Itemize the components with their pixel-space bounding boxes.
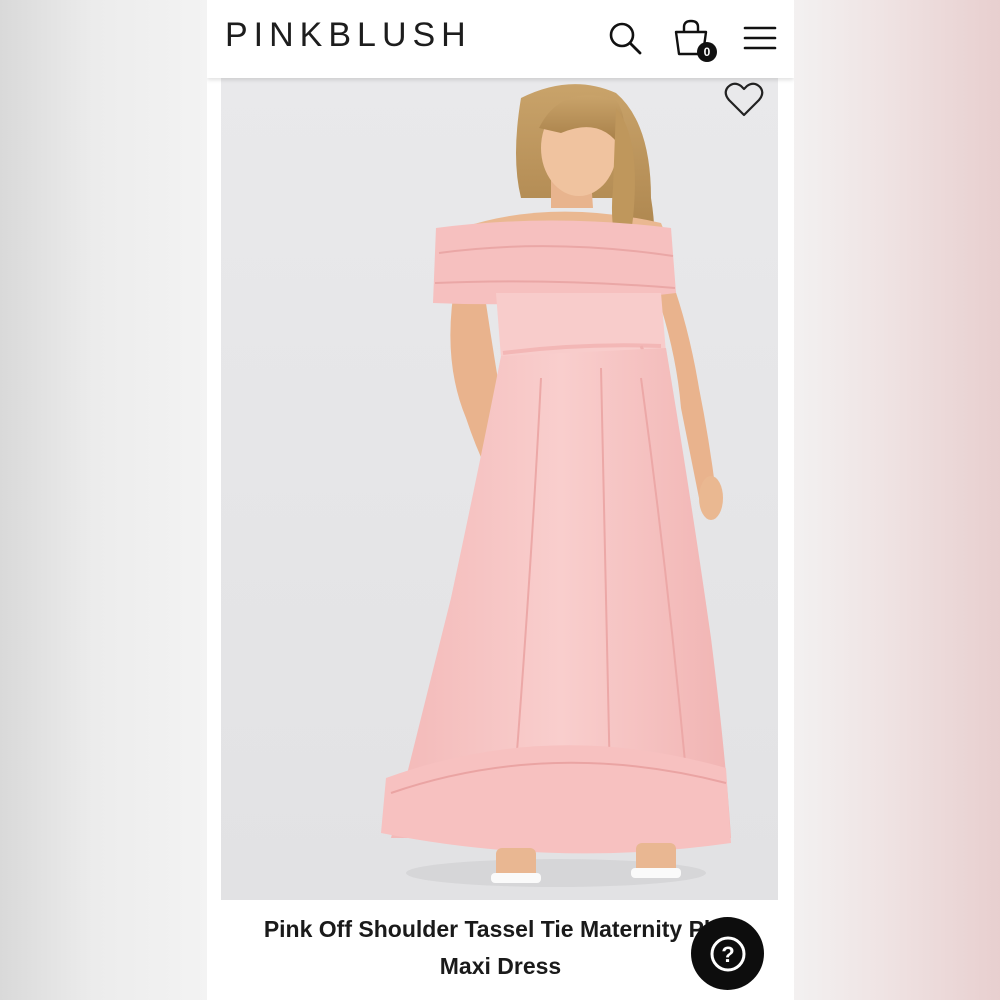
hamburger-menu-icon bbox=[743, 26, 777, 50]
search-button[interactable] bbox=[605, 18, 645, 58]
product-title-line-1: Pink Off Shoulder Tassel Tie Maternity P… bbox=[263, 916, 738, 942]
question-mark-icon: ? bbox=[710, 936, 745, 971]
cart-button[interactable]: 0 bbox=[671, 18, 717, 62]
right-background bbox=[793, 0, 1000, 1000]
product-photo[interactable] bbox=[221, 78, 778, 900]
help-chat-button[interactable]: ? bbox=[691, 917, 764, 990]
heart-icon bbox=[724, 82, 764, 117]
brand-logo[interactable]: PINKBLUSH bbox=[225, 16, 472, 55]
product-title-line-2: Maxi Dress bbox=[439, 953, 562, 979]
search-icon bbox=[609, 22, 642, 55]
site-header: PINKBLUSH 0 bbox=[207, 0, 794, 78]
menu-button[interactable] bbox=[740, 18, 780, 58]
wishlist-button[interactable] bbox=[722, 80, 766, 120]
help-label: ? bbox=[721, 942, 734, 967]
product-title: Pink Off Shoulder Tassel Tie Maternity P… bbox=[237, 911, 764, 985]
left-background bbox=[0, 0, 207, 1000]
model-illustration bbox=[221, 78, 778, 900]
mobile-page: PINKBLUSH 0 Pink Off Shoulder Tassel Tie… bbox=[207, 0, 794, 1000]
cart-count-badge: 0 bbox=[697, 42, 717, 62]
